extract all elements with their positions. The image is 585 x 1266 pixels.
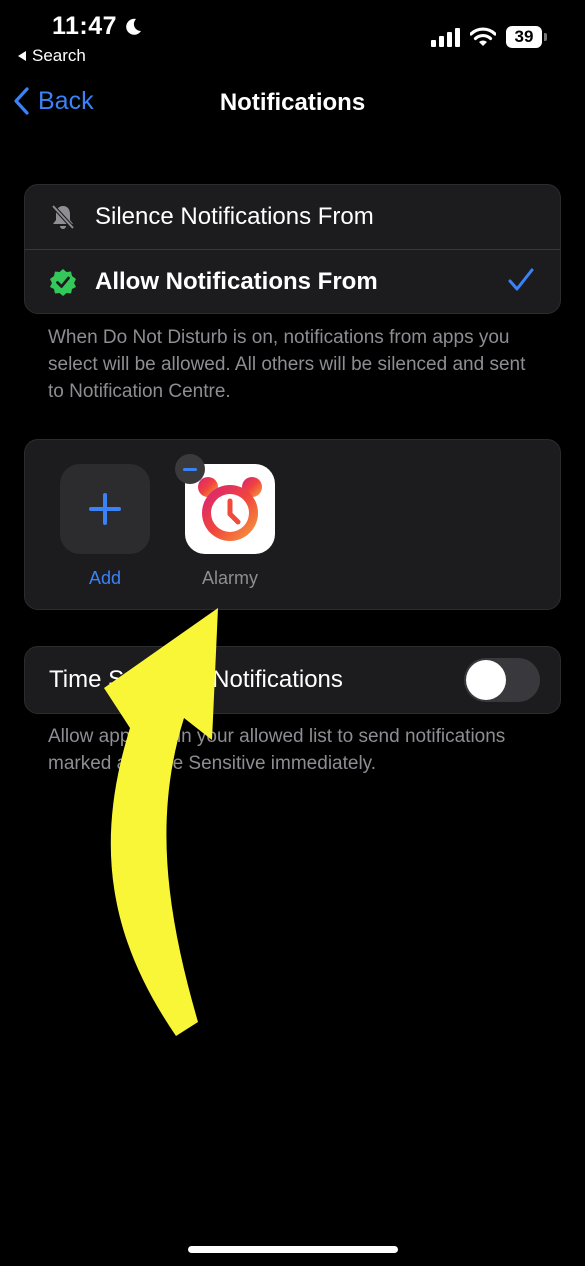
time-sensitive-row: Time Sensitive Notifications	[25, 647, 560, 713]
cellular-signal-icon	[431, 27, 460, 47]
time-sensitive-label: Time Sensitive Notifications	[49, 666, 343, 693]
toggle-knob	[466, 660, 506, 700]
option-allow-label: Allow Notifications From	[95, 267, 378, 295]
alarm-clock-icon	[198, 477, 262, 541]
time-sensitive-group: Time Sensitive Notifications	[24, 646, 561, 714]
page-title: Notifications	[219, 89, 366, 116]
checkmark-seal-icon	[49, 268, 77, 296]
back-triangle-icon	[18, 51, 26, 61]
back-to-app-label: Search	[32, 46, 86, 65]
add-app-button[interactable]: Add	[60, 464, 150, 589]
option-silence-label: Silence Notifications From	[95, 203, 374, 230]
back-to-app-link[interactable]: Search	[18, 46, 86, 66]
remove-app-button[interactable]	[175, 454, 205, 484]
wifi-icon	[470, 27, 496, 46]
battery-level: 39	[506, 26, 542, 48]
home-indicator[interactable]	[188, 1246, 398, 1253]
time-sensitive-footnote: Allow apps not in your allowed list to s…	[48, 726, 506, 774]
moon-icon	[126, 18, 142, 35]
mode-footnote: When Do Not Disturb is on, notifications…	[48, 327, 526, 402]
alarmy-label: Alarmy	[201, 568, 258, 588]
status-indicators: 39	[431, 26, 547, 48]
option-allow-notifications[interactable]: Allow Notifications From	[25, 249, 560, 313]
bell-slash-icon	[49, 203, 77, 231]
allowed-app-alarmy[interactable]: Alarmy	[175, 454, 275, 589]
clock-text: 11:47	[52, 12, 118, 40]
notification-mode-group: Silence Notifications From Allow Notific…	[24, 184, 561, 314]
battery-icon: 39	[506, 26, 547, 48]
add-tile[interactable]	[60, 464, 150, 554]
alarmy-app-icon	[175, 454, 275, 554]
plus-icon	[89, 493, 121, 525]
add-label: Add	[88, 568, 122, 588]
checkmark-icon	[508, 268, 534, 291]
minus-icon	[183, 467, 197, 471]
allowed-apps-group: Add Alarmy	[24, 439, 561, 610]
time-sensitive-toggle[interactable]	[464, 658, 540, 702]
option-silence-notifications[interactable]: Silence Notifications From	[25, 185, 560, 249]
status-time: 11:47	[52, 12, 143, 41]
